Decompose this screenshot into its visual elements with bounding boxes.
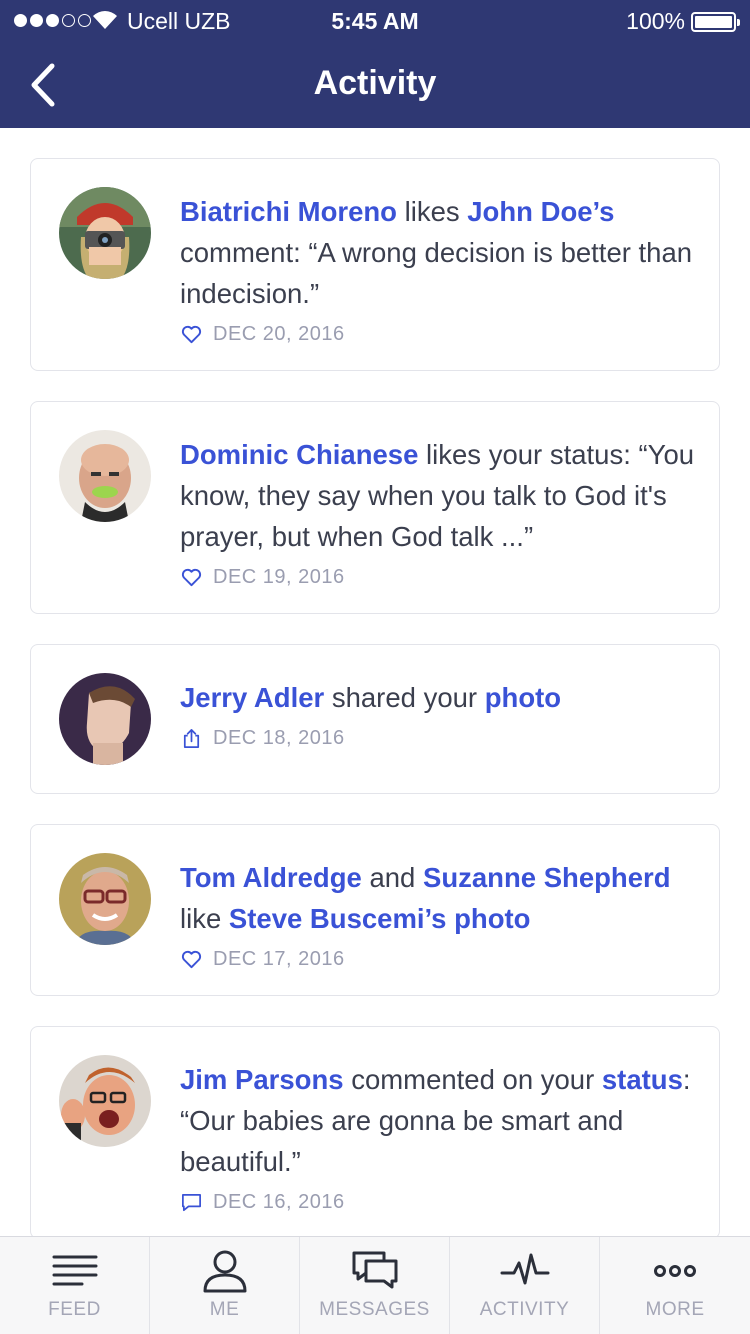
avatar[interactable] [59,1055,151,1147]
activity-item[interactable]: Jerry Adler shared your photo DEC 18, 20… [30,644,720,794]
activity-date: DEC 16, 2016 [213,1190,345,1213]
heart-icon [181,568,202,586]
avatar[interactable] [59,430,151,522]
tab-feed[interactable]: FEED [0,1237,150,1334]
tab-me[interactable]: ME [150,1237,300,1334]
activity-feed[interactable]: Biatrichi Moreno likes John Doe’s commen… [0,128,750,1236]
tab-bar: FEED ME MESSAGES ACTIVITY MORE [0,1236,750,1334]
activity-text: Jerry Adler shared your photo [180,677,701,718]
activity-verb: commented on your [343,1064,602,1095]
user-link[interactable]: Jim Parsons [180,1064,344,1095]
activity-meta: DEC 19, 2016 [180,563,701,591]
activity-verb: and [361,862,423,893]
activity-item[interactable]: Jim Parsons commented on your status: “O… [30,1026,720,1236]
photo-link[interactable]: photo [485,682,561,713]
photo-link[interactable]: Steve Buscemi’s photo [229,903,531,934]
activity-verb: shared your [324,682,485,713]
activity-meta: DEC 16, 2016 [180,1188,701,1216]
tab-label: MORE [645,1299,705,1320]
heart-icon [181,325,202,343]
activity-content: comment: “A wrong decision is better tha… [180,237,693,309]
tab-more[interactable]: MORE [600,1237,750,1334]
user-link[interactable]: Dominic Chianese [180,439,418,470]
header: Ucell UZB 5:45 AM 100% Activity [0,0,750,128]
activity-meta: DEC 18, 2016 [180,724,701,752]
tab-label: FEED [48,1299,101,1320]
activity-date: DEC 17, 2016 [213,947,345,970]
battery-icon [691,12,740,32]
activity-meta: DEC 17, 2016 [180,945,701,973]
user-link[interactable]: Biatrichi Moreno [180,196,397,227]
feed-icon [52,1255,97,1286]
battery-percentage: 100% [626,8,685,34]
avatar[interactable] [59,187,151,279]
tab-label: MESSAGES [319,1299,430,1320]
activity-icon [500,1253,549,1285]
activity-meta: DEC 20, 2016 [180,320,701,348]
activity-text: Jim Parsons commented on your status: “O… [180,1059,701,1182]
user-icon [203,1250,246,1293]
tab-label: ACTIVITY [479,1299,570,1320]
activity-date: DEC 18, 2016 [213,726,345,749]
heart-icon [181,950,202,968]
activity-item[interactable]: Biatrichi Moreno likes John Doe’s commen… [30,158,720,371]
tab-activity[interactable]: ACTIVITY [450,1237,600,1334]
more-icon [654,1265,696,1277]
activity-date: DEC 20, 2016 [213,322,345,345]
avatar[interactable] [59,853,151,945]
user-link[interactable]: Tom Aldredge [180,862,362,893]
avatar[interactable] [59,673,151,765]
activity-text: Biatrichi Moreno likes John Doe’s commen… [180,191,701,314]
activity-text: Tom Aldredge and Suzanne Shepherd like S… [180,857,701,939]
tab-messages[interactable]: MESSAGES [300,1237,450,1334]
messages-icon [352,1251,397,1289]
tab-label: ME [209,1299,240,1320]
activity-item[interactable]: Tom Aldredge and Suzanne Shepherd like S… [30,824,720,996]
status-link[interactable]: status [602,1064,683,1095]
user-link[interactable]: John Doe’s [467,196,614,227]
activity-date: DEC 19, 2016 [213,565,345,588]
user-link[interactable]: Jerry Adler [180,682,324,713]
comment-icon [182,1193,201,1211]
activity-text: Dominic Chianese likes your status: “You… [180,434,701,557]
share-icon [183,728,200,748]
activity-verb: like [180,903,229,934]
user-link[interactable]: Suzanne Shepherd [423,862,671,893]
status-bar: Ucell UZB 5:45 AM 100% [0,0,750,42]
page-title: Activity [313,64,437,102]
activity-item[interactable]: Dominic Chianese likes your status: “You… [30,401,720,614]
activity-verb: likes [396,196,468,227]
